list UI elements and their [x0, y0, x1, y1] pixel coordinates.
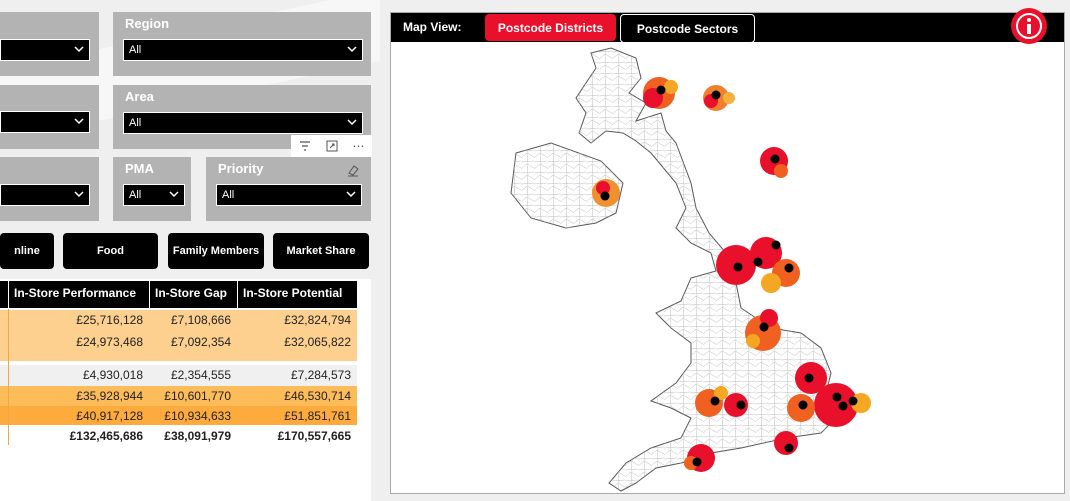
slicer-left-1: [0, 12, 99, 76]
priority-label: Priority: [218, 161, 264, 176]
tab-postcode-sectors[interactable]: Postcode Sectors: [620, 14, 755, 43]
pma-label: PMA: [125, 161, 154, 176]
focus-mode-icon[interactable]: [318, 135, 345, 157]
chevron-down-icon: [346, 191, 356, 198]
table-row[interactable]: £35,928,944 £10,601,770 £46,530,714: [0, 386, 357, 406]
gb-districts: [576, 48, 841, 491]
store-marker[interactable]: [784, 443, 794, 453]
table-row[interactable]: £25,716,128 £7,108,666 £32,824,794: [0, 310, 357, 332]
online-button[interactable]: nline: [0, 233, 54, 269]
more-options-icon[interactable]: ⋯: [345, 135, 372, 157]
store-marker[interactable]: [753, 257, 763, 267]
total-gap: £38,091,979: [164, 429, 231, 443]
table-header: In-Store Performance In-Store Gap In-Sto…: [0, 281, 357, 308]
food-button[interactable]: Food: [63, 233, 158, 269]
total-potential: £170,557,665: [277, 429, 351, 443]
map-visual: Map View: Postcode Districts Postcode Se…: [390, 12, 1065, 494]
cell-gap: £10,601,770: [164, 389, 231, 403]
map-view-bar: Map View: Postcode Districts Postcode Se…: [391, 13, 1064, 43]
table-row[interactable]: £24,973,468 £7,092,354 £32,065,822: [0, 332, 357, 361]
info-icon[interactable]: [1011, 8, 1047, 44]
store-marker[interactable]: [733, 262, 743, 272]
store-marker[interactable]: [784, 263, 794, 273]
chevron-down-icon: [347, 46, 357, 53]
chevron-down-icon: [347, 119, 357, 126]
cell-potential: £32,065,822: [284, 335, 351, 349]
table-row[interactable]: £40,917,128 £10,934,633 £51,851,761: [0, 406, 357, 425]
cell-performance: £24,973,468: [76, 335, 143, 349]
market-share-button[interactable]: Market Share: [273, 233, 369, 269]
info-bar: [1027, 24, 1031, 34]
total-performance: £132,465,686: [69, 429, 143, 443]
cell-performance: £40,917,128: [76, 409, 143, 423]
pma-value: All: [129, 189, 142, 201]
header-in-store-performance[interactable]: In-Store Performance: [8, 281, 149, 308]
area-value: All: [129, 117, 142, 129]
cell-potential: £7,284,573: [290, 368, 351, 382]
dropdown-left-1[interactable]: [0, 39, 90, 61]
priority-value: All: [222, 189, 235, 201]
slicer-priority: Priority All: [206, 157, 371, 221]
store-marker[interactable]: [711, 90, 721, 100]
cell-potential: £46,530,714: [284, 389, 351, 403]
cell-gap: £2,354,555: [170, 368, 231, 382]
cell-performance: £35,928,944: [76, 389, 143, 403]
region-label: Region: [125, 16, 170, 31]
store-marker[interactable]: [804, 373, 814, 383]
map-view-label: Map View:: [403, 20, 462, 34]
header-in-store-gap[interactable]: In-Store Gap: [149, 281, 237, 308]
cell-potential: £32,824,794: [284, 313, 351, 327]
store-marker[interactable]: [771, 240, 781, 250]
table-divider: [8, 309, 9, 445]
header-in-store-potential[interactable]: In-Store Potential: [237, 281, 357, 308]
store-marker[interactable]: [600, 191, 610, 201]
family-members-button[interactable]: Family Members: [168, 233, 264, 269]
cell-performance: £4,930,018: [82, 368, 143, 382]
performance-table: In-Store Performance In-Store Gap In-Sto…: [0, 279, 371, 501]
table-row[interactable]: £4,930,018 £2,354,555 £7,284,573: [0, 365, 357, 386]
store-marker[interactable]: [692, 457, 702, 467]
priority-dropdown[interactable]: All: [216, 184, 362, 206]
slicer-region: Region All: [113, 12, 371, 76]
dropdown-left-3[interactable]: [0, 184, 90, 206]
store-marker[interactable]: [736, 400, 746, 410]
cell-performance: £25,716,128: [76, 313, 143, 327]
area-label: Area: [125, 89, 154, 104]
table-total-row: £132,465,686 £38,091,979 £170,557,665: [0, 427, 357, 447]
store-marker[interactable]: [832, 392, 842, 402]
store-marker[interactable]: [759, 322, 769, 332]
cell-potential: £51,851,761: [284, 409, 351, 423]
chevron-down-icon: [74, 118, 84, 125]
info-dot: [1027, 18, 1031, 22]
store-marker[interactable]: [848, 396, 858, 406]
chevron-down-icon: [74, 191, 84, 198]
tab-postcode-districts[interactable]: Postcode Districts: [485, 14, 616, 41]
slicer-pma: PMA All: [113, 157, 191, 221]
region-value: All: [129, 44, 142, 56]
chevron-down-icon: [74, 46, 84, 53]
cell-gap: £7,092,354: [170, 335, 231, 349]
area-dropdown[interactable]: All: [123, 112, 363, 134]
cell-gap: £10,934,633: [164, 409, 231, 423]
region-dropdown[interactable]: All: [123, 39, 363, 61]
store-marker[interactable]: [770, 154, 780, 164]
store-marker[interactable]: [710, 396, 720, 406]
filter-icon[interactable]: [291, 135, 318, 157]
slicer-left-2: [0, 85, 99, 149]
store-marker[interactable]: [798, 400, 808, 410]
cell-gap: £7,108,666: [170, 313, 231, 327]
chevron-down-icon: [169, 191, 179, 198]
visual-header-toolbar: ⋯: [291, 135, 372, 157]
uk-postcode-map[interactable]: [391, 43, 1064, 493]
slicer-left-3: [0, 157, 99, 221]
store-marker[interactable]: [656, 85, 666, 95]
clear-selections-icon[interactable]: [346, 163, 360, 177]
dropdown-left-2[interactable]: [0, 111, 90, 133]
store-marker[interactable]: [838, 401, 848, 411]
pma-dropdown[interactable]: All: [123, 184, 185, 206]
